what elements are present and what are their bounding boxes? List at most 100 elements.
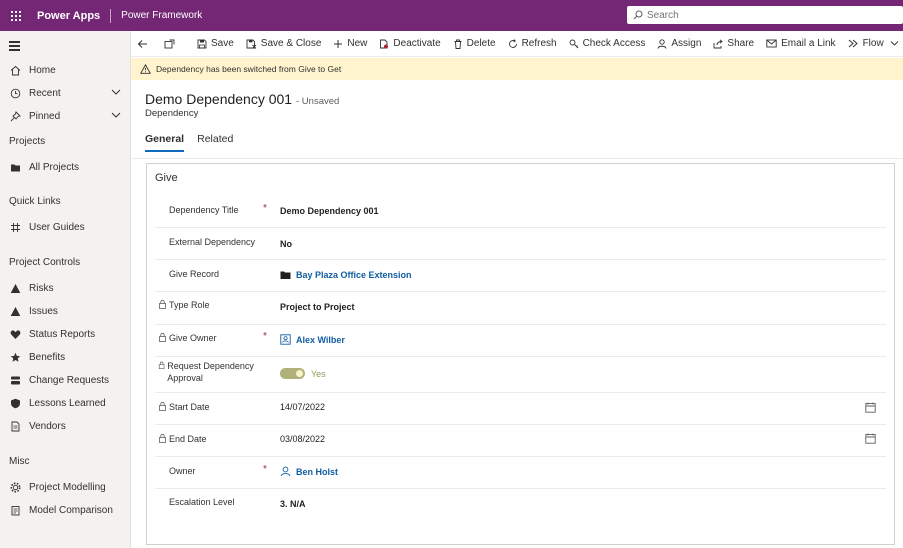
share-button[interactable]: Share bbox=[707, 31, 760, 57]
sidebar-item-label: Recent bbox=[29, 87, 61, 99]
dependency-title-field[interactable]: Demo Dependency 001 bbox=[280, 206, 379, 216]
hamburger-menu-icon[interactable] bbox=[9, 41, 20, 53]
sidebar-item-change-requests[interactable]: Change Requests bbox=[0, 370, 130, 390]
sidebar-item-label: Benefits bbox=[29, 351, 66, 363]
sidebar-item-label: All Projects bbox=[29, 161, 80, 173]
flow-icon bbox=[848, 39, 858, 48]
flow-button[interactable]: Flow bbox=[842, 31, 903, 57]
command-bar: Save Save & Close New Deactivate Delete … bbox=[131, 31, 903, 57]
sidebar-section-title: Project Controls bbox=[9, 257, 81, 268]
search-box[interactable] bbox=[627, 6, 903, 24]
assign-label: Assign bbox=[671, 38, 702, 49]
required-marker: * bbox=[263, 331, 267, 342]
delete-button[interactable]: Delete bbox=[447, 31, 502, 57]
sidebar-item-status-reports[interactable]: Status Reports bbox=[0, 324, 130, 344]
field-label: Give Owner bbox=[158, 332, 217, 344]
field-row-owner: Owner * Ben Holst bbox=[155, 457, 886, 489]
sidebar-item-user-guides[interactable]: User Guides bbox=[0, 217, 130, 237]
calendar-icon[interactable] bbox=[865, 433, 876, 444]
field-label: Owner bbox=[169, 465, 196, 477]
tab-related[interactable]: Related bbox=[197, 133, 233, 152]
heart-icon bbox=[9, 328, 21, 340]
field-label-text: Give Owner bbox=[169, 333, 217, 343]
field-row-start-date: Start Date 14/07/2022 bbox=[155, 393, 886, 425]
sidebar-section-title: Misc bbox=[9, 456, 30, 467]
sidebar-item-issues[interactable]: Issues bbox=[0, 301, 130, 321]
assign-button[interactable]: Assign bbox=[651, 31, 707, 57]
sidebar-item-label: Project Modelling bbox=[29, 481, 106, 493]
app-name[interactable]: Power Apps bbox=[37, 8, 112, 23]
search-input[interactable] bbox=[647, 9, 847, 21]
sidebar-item-benefits[interactable]: Benefits bbox=[0, 347, 130, 367]
popout-button[interactable] bbox=[158, 31, 185, 57]
field-row-type-role: Type Role Project to Project bbox=[155, 292, 886, 325]
field-label: Type Role bbox=[158, 299, 210, 311]
notification-bar: Dependency has been switched from Give t… bbox=[131, 58, 903, 80]
save-and-close-label: Save & Close bbox=[260, 38, 322, 49]
gear-icon bbox=[9, 481, 21, 493]
back-arrow-icon bbox=[137, 39, 147, 48]
save-icon bbox=[197, 39, 207, 48]
calendar-icon[interactable] bbox=[865, 402, 876, 413]
escalation-level-field[interactable]: 3. N/A bbox=[280, 499, 306, 509]
field-label-text: Request Dependency Approval bbox=[167, 361, 254, 383]
plus-icon bbox=[334, 39, 343, 48]
sidebar-item-risks[interactable]: Risks bbox=[0, 278, 130, 298]
type-role-field: Project to Project bbox=[280, 302, 355, 312]
folder-icon bbox=[9, 161, 21, 173]
search-icon bbox=[633, 10, 643, 20]
sidebar-item-home[interactable]: Home bbox=[0, 60, 130, 80]
give-owner-value[interactable]: Alex Wilber bbox=[296, 335, 345, 345]
sidebar-item-lessons-learned[interactable]: Lessons Learned bbox=[0, 393, 130, 413]
field-label-text: Dependency Title bbox=[169, 205, 239, 215]
field-label: Escalation Level bbox=[169, 496, 235, 508]
record-entity-type: Dependency bbox=[145, 108, 199, 119]
lock-icon bbox=[159, 433, 166, 443]
check-access-label: Check Access bbox=[582, 38, 646, 49]
save-button[interactable]: Save bbox=[191, 31, 240, 57]
deactivate-label: Deactivate bbox=[393, 38, 441, 49]
page-title: Demo Dependency 001 - Unsaved bbox=[145, 91, 339, 107]
check-access-button[interactable]: Check Access bbox=[563, 31, 652, 57]
chevron-down-icon[interactable] bbox=[111, 88, 121, 96]
sidebar-item-all-projects[interactable]: All Projects bbox=[0, 157, 130, 177]
field-label-text: Type Role bbox=[169, 300, 210, 310]
back-button[interactable] bbox=[131, 31, 158, 57]
field-label-text: External Dependency bbox=[169, 237, 256, 247]
owner-value[interactable]: Ben Holst bbox=[296, 467, 338, 477]
sidebar-item-recent[interactable]: Recent bbox=[0, 83, 130, 103]
sidebar-item-label: Risks bbox=[29, 282, 54, 294]
tab-general[interactable]: General bbox=[145, 133, 185, 152]
field-label: Request Dependency Approval bbox=[158, 360, 268, 384]
give-owner-lookup[interactable]: Alex Wilber bbox=[280, 334, 345, 345]
give-record-value[interactable]: Bay Plaza Office Extension bbox=[296, 270, 412, 280]
sidebar-item-project-modelling[interactable]: Project Modelling bbox=[0, 477, 130, 497]
new-button[interactable]: New bbox=[327, 31, 373, 57]
divider bbox=[131, 158, 903, 159]
give-record-lookup[interactable]: Bay Plaza Office Extension bbox=[280, 270, 412, 280]
sidebar-item-model-comparison[interactable]: Model Comparison bbox=[0, 500, 130, 520]
app-launcher-icon[interactable] bbox=[0, 0, 31, 31]
field-row-end-date: End Date 03/08/2022 bbox=[155, 425, 886, 457]
clipboard-icon bbox=[9, 504, 21, 516]
field-label-text: Give Record bbox=[169, 269, 220, 279]
email-link-button[interactable]: Email a Link bbox=[760, 31, 841, 57]
sidebar-item-pinned[interactable]: Pinned bbox=[0, 106, 130, 126]
stack-icon bbox=[9, 374, 21, 386]
refresh-button[interactable]: Refresh bbox=[502, 31, 563, 57]
top-bar: Power Apps Power Framework bbox=[0, 0, 903, 31]
sidebar-item-label: Model Comparison bbox=[29, 504, 113, 516]
external-dependency-field[interactable]: No bbox=[280, 239, 292, 249]
environment-name[interactable]: Power Framework bbox=[121, 10, 202, 21]
deactivate-button[interactable]: Deactivate bbox=[373, 31, 446, 57]
document-icon bbox=[9, 420, 21, 432]
required-marker: * bbox=[263, 203, 267, 214]
owner-lookup[interactable]: Ben Holst bbox=[280, 466, 338, 477]
sidebar-item-vendors[interactable]: Vendors bbox=[0, 416, 130, 436]
flow-label: Flow bbox=[862, 38, 884, 49]
section-title: Give bbox=[155, 172, 178, 184]
pin-icon bbox=[9, 110, 21, 122]
save-and-close-button[interactable]: Save & Close bbox=[240, 31, 328, 57]
chevron-down-icon[interactable] bbox=[111, 111, 121, 119]
popout-icon bbox=[164, 39, 175, 48]
